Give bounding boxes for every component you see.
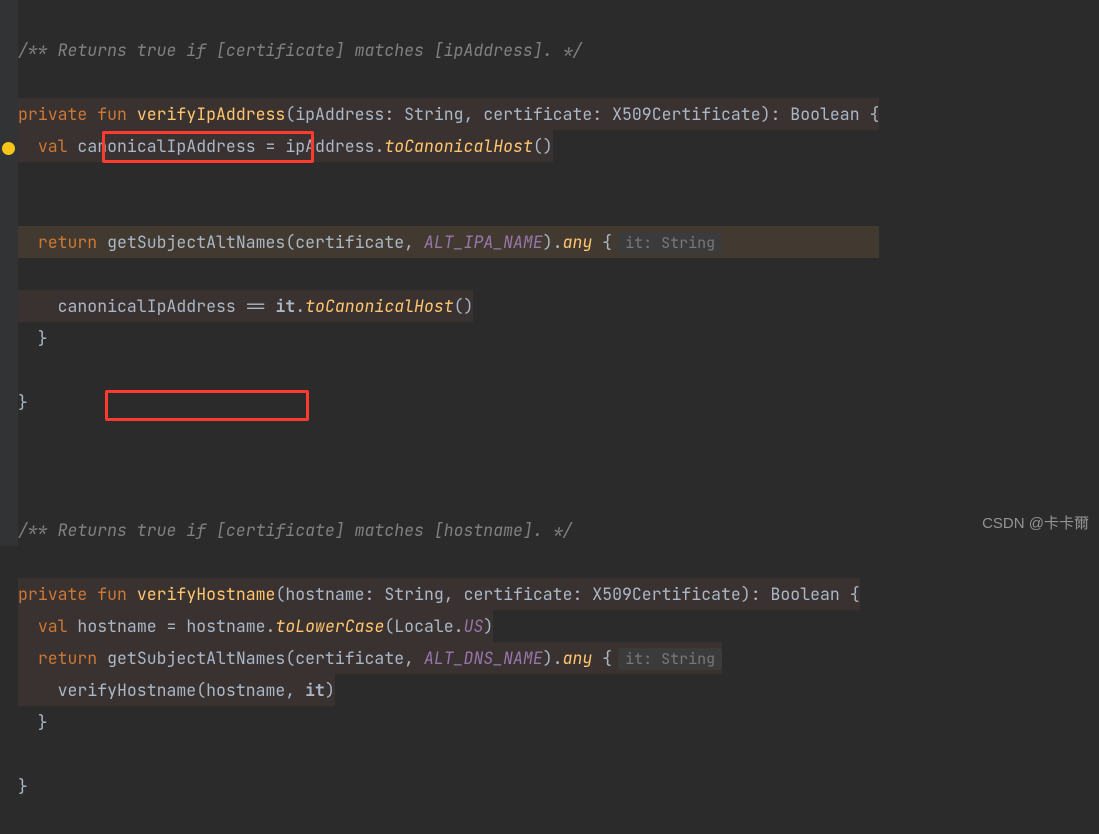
constant: ALT_DNS_NAME [424, 647, 543, 669]
code-line: val canonicalIpAddress = ipAddress.toCan… [18, 130, 553, 162]
type: Boolean [790, 103, 859, 125]
code-line: /** Returns true if [certificate] matche… [18, 514, 879, 546]
code-line: /** Returns true if [certificate] matche… [18, 34, 879, 66]
code-line: canonicalIpAddress == it.toCanonicalHost… [18, 290, 473, 322]
keyword-return: return [38, 231, 97, 253]
keyword-fun: fun [97, 583, 127, 605]
call: verifyHostname [58, 679, 197, 701]
call: getSubjectAltNames [107, 231, 285, 253]
call: getSubjectAltNames [107, 647, 285, 669]
inlay-hint: it: String [618, 232, 722, 254]
code-line [18, 450, 879, 482]
identifier: ipAddress [285, 135, 374, 157]
ext-fun: toLowerCase [275, 615, 384, 637]
type: X509Certificate [592, 583, 741, 605]
doc-comment: /** Returns true if [certificate] matche… [18, 519, 572, 541]
identifier: canonicalIpAddress [58, 295, 236, 317]
ext-fun: any [563, 231, 593, 253]
editor-gutter [0, 0, 18, 546]
it: it [305, 679, 325, 701]
inlay-hint: it: String [618, 648, 722, 670]
code-line: val hostname = hostname.toLowerCase(Loca… [18, 610, 493, 642]
identifier: certificate [295, 647, 404, 669]
code-line: private fun verifyHostname(hostname: Str… [18, 578, 860, 610]
type: String [404, 103, 463, 125]
param: certificate [483, 103, 592, 125]
keyword-fun: fun [97, 103, 127, 125]
keyword-val: val [38, 135, 68, 157]
identifier: hostname [186, 615, 265, 637]
function-name: verifyIpAddress [137, 103, 286, 125]
keyword-private: private [18, 103, 87, 125]
identifier: hostname [206, 679, 285, 701]
code-line: } [18, 386, 879, 418]
type: X509Certificate [612, 103, 761, 125]
param: certificate [464, 583, 573, 605]
code-line: return getSubjectAltNames(certificate, A… [18, 642, 722, 674]
keyword-private: private [18, 583, 87, 605]
doc-comment: /** Returns true if [certificate] matche… [18, 39, 582, 61]
constant: ALT_IPA_NAME [424, 231, 543, 253]
param: hostname [285, 583, 364, 605]
intention-bulb-icon[interactable] [2, 142, 15, 155]
it: it [275, 295, 295, 317]
code-line [18, 162, 879, 194]
field: US [464, 615, 484, 637]
code-line: } [18, 770, 879, 802]
type: Locale [394, 615, 453, 637]
code-line: verifyHostname(hostname, it) [18, 674, 335, 706]
type: Boolean [771, 583, 840, 605]
code-line-caret: return getSubjectAltNames(certificate, A… [18, 226, 879, 258]
code-line: } [18, 322, 879, 354]
identifier: certificate [295, 231, 404, 253]
keyword-return: return [38, 647, 97, 669]
ext-fun: any [563, 647, 593, 669]
watermark: CSDN @卡卡爾 [982, 508, 1089, 540]
keyword-val: val [38, 615, 68, 637]
function-name: verifyHostname [137, 583, 276, 605]
ext-fun: toCanonicalHost [305, 295, 454, 317]
local-var: hostname [77, 615, 156, 637]
code-line: } [18, 706, 879, 738]
type: String [384, 583, 443, 605]
code-line: private fun verifyIpAddress(ipAddress: S… [18, 98, 879, 130]
param: ipAddress [295, 103, 384, 125]
local-var: canonicalIpAddress [77, 135, 255, 157]
code-editor[interactable]: /** Returns true if [certificate] matche… [18, 2, 879, 834]
ext-fun: toCanonicalHost [384, 135, 533, 157]
